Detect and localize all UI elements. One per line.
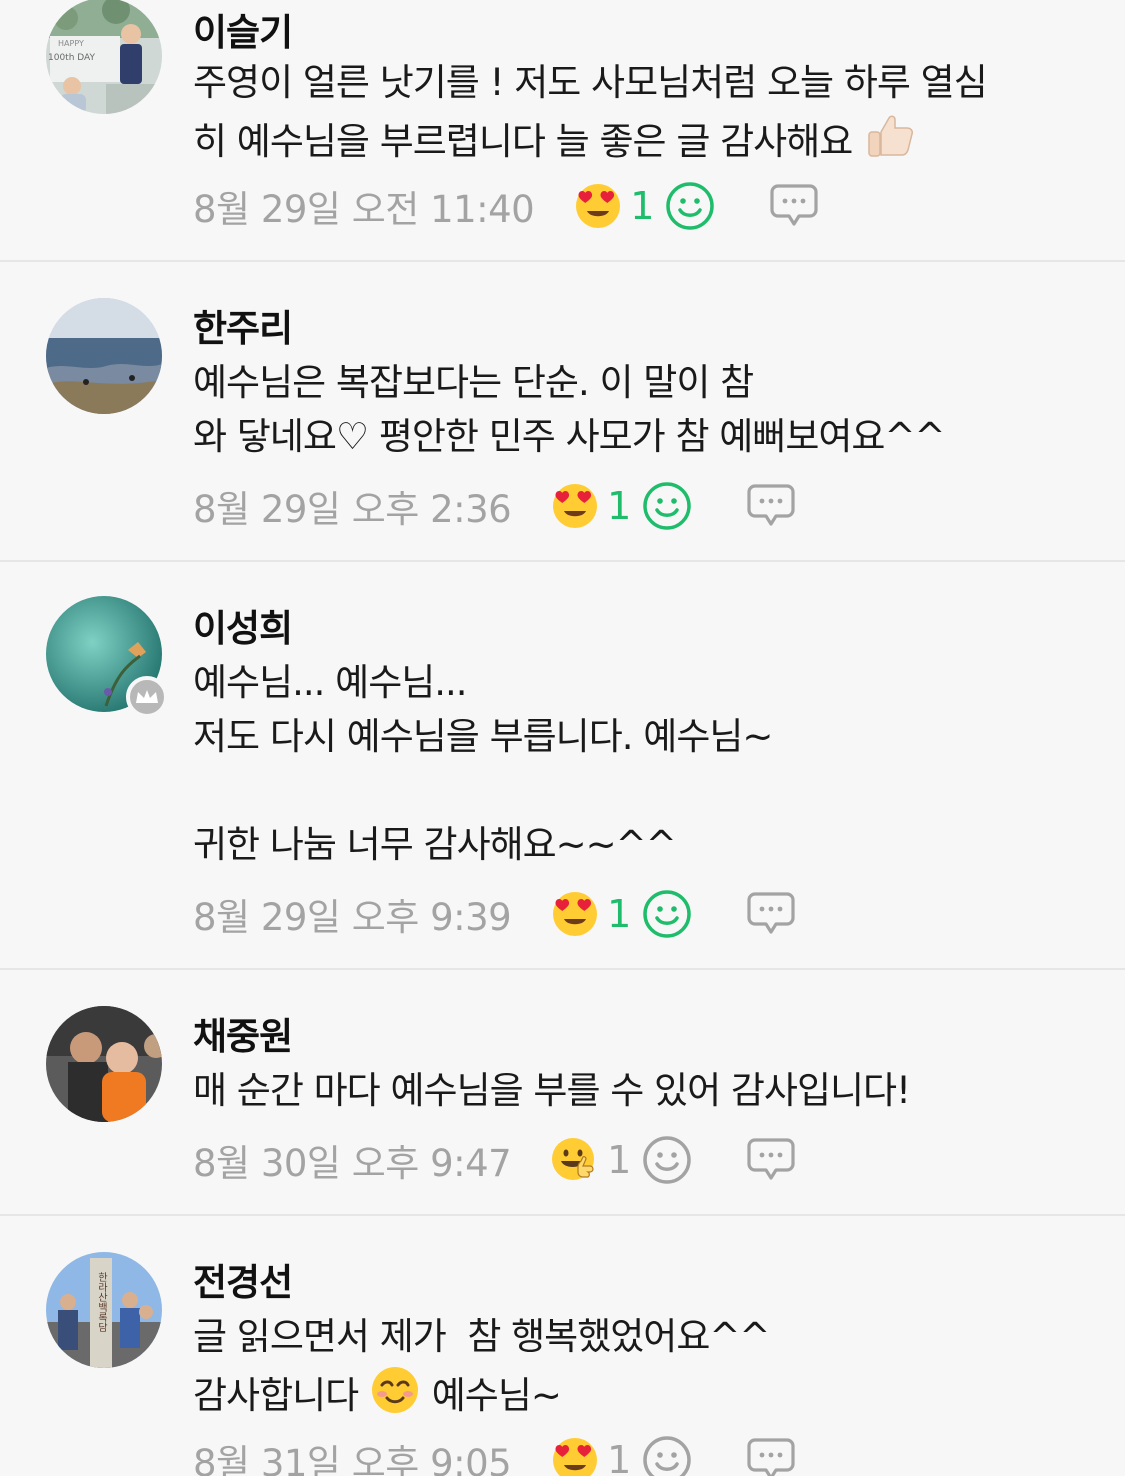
add-reaction-button[interactable]: [641, 480, 693, 532]
reaction-summary[interactable]: 1: [551, 890, 641, 938]
smile-icon: [641, 480, 693, 532]
comment-body: 주영이 얼른 낫기를 ! 저도 사모님처럼 오늘 하루 열심 히 예수님을 부르…: [193, 56, 1093, 169]
add-reaction-button[interactable]: [641, 1134, 693, 1186]
speech-bubble-icon: [745, 888, 797, 940]
add-reaction-button[interactable]: [641, 1434, 693, 1476]
timestamp: 8월 29일 오후 9:39: [193, 896, 512, 939]
reply-button[interactable]: [768, 180, 820, 232]
timestamp: 8월 29일 오후 2:36: [193, 488, 512, 531]
crown-badge: [126, 676, 168, 718]
comment-meta: 8월 29일 오전 11:40 1: [193, 180, 820, 232]
smile-icon: [641, 1434, 693, 1476]
reply-button[interactable]: [745, 480, 797, 532]
avatar[interactable]: 한라산백록담: [46, 1252, 162, 1368]
reply-button[interactable]: [745, 1134, 797, 1186]
speech-bubble-icon: [768, 180, 820, 232]
smile-icon: [664, 180, 716, 232]
timestamp: 8월 31일 오후 9:05: [193, 1442, 512, 1476]
grin-thumbs-up-icon: [551, 1136, 599, 1184]
crown-icon: [136, 690, 158, 703]
reaction-count: 1: [607, 1138, 632, 1182]
reaction-summary[interactable]: 1: [551, 1136, 641, 1184]
comment-item: 한주리 예수님은 복잡보다는 단순. 이 말이 참 와 닿네요♡ 평안한 민주 …: [0, 262, 1125, 562]
smile-icon: [641, 888, 693, 940]
heart-eyes-icon: [574, 182, 622, 230]
comment-text: 예수님~: [431, 1374, 562, 1417]
thumbs-up-icon: [863, 110, 915, 162]
comment-body: 매 순간 마다 예수님을 부를 수 있어 감사입니다!: [193, 1069, 911, 1112]
add-reaction-button[interactable]: [664, 180, 716, 232]
heart-eyes-icon: [551, 890, 599, 938]
avatar[interactable]: [46, 1006, 162, 1122]
avatar[interactable]: [46, 298, 162, 414]
comment-item: 한라산백록담 전경선 글 읽으면서 제가 참 행복했었어요^^ 감사합니다 예수…: [0, 1216, 1125, 1476]
reply-button[interactable]: [745, 888, 797, 940]
comment-meta: 8월 29일 오후 9:39 1: [193, 888, 797, 940]
comment-text: 감사합니다: [193, 1374, 359, 1417]
smile-icon: [641, 1134, 693, 1186]
reply-button[interactable]: [745, 1434, 797, 1476]
reaction-summary[interactable]: 1: [551, 1436, 641, 1476]
reaction-count: 1: [607, 1438, 632, 1476]
speech-bubble-icon: [745, 1434, 797, 1476]
comment-meta: 8월 31일 오후 9:05 1: [193, 1434, 797, 1476]
comment-item: HAPPY 100th DAY 이슬기 주영이 얼른 낫기를 ! 저도 사모님처…: [0, 0, 1125, 262]
reaction-count: 1: [607, 484, 632, 528]
speech-bubble-icon: [745, 1134, 797, 1186]
comment-body: 예수님은 복잡보다는 단순. 이 말이 참 와 닿네요♡ 평안한 민주 사모가 …: [193, 361, 945, 458]
reaction-count: 1: [630, 184, 655, 228]
comment-item: 이성희 예수님... 예수님... 저도 다시 예수님을 부릅니다. 예수님~ …: [0, 562, 1125, 970]
heart-eyes-icon: [551, 1436, 599, 1476]
comment-meta: 8월 29일 오후 2:36 1: [193, 480, 797, 532]
comment-text: 글 읽으면서 제가 참 행복했었어요^^: [193, 1315, 770, 1358]
timestamp: 8월 29일 오전 11:40: [193, 188, 535, 231]
comment-meta: 8월 30일 오후 9:47 1: [193, 1134, 797, 1186]
reaction-count: 1: [607, 892, 632, 936]
heart-eyes-icon: [551, 482, 599, 530]
comment-author[interactable]: 한주리: [193, 298, 293, 352]
avatar[interactable]: HAPPY 100th DAY: [46, 0, 162, 114]
blushing-smile-icon: [369, 1364, 421, 1416]
comment-item: 채중원 매 순간 마다 예수님을 부를 수 있어 감사입니다! 8월 30일 오…: [0, 970, 1125, 1216]
comment-author[interactable]: 전경선: [193, 1252, 293, 1306]
add-reaction-button[interactable]: [641, 888, 693, 940]
avatar-caption: 한라산백록담: [96, 1272, 108, 1332]
avatar-caption: 100th DAY: [48, 53, 96, 63]
comment-author[interactable]: 채중원: [193, 1006, 293, 1060]
comment-body: 글 읽으면서 제가 참 행복했었어요^^ 감사합니다 예수님~: [193, 1310, 1093, 1423]
avatar-caption: HAPPY: [58, 39, 84, 48]
timestamp: 8월 30일 오후 9:47: [193, 1142, 512, 1185]
speech-bubble-icon: [745, 480, 797, 532]
reaction-summary[interactable]: 1: [551, 482, 641, 530]
comment-body: 예수님... 예수님... 저도 다시 예수님을 부릅니다. 예수님~ 귀한 나…: [193, 661, 773, 866]
comment-author[interactable]: 이슬기: [193, 2, 293, 56]
reaction-summary[interactable]: 1: [574, 182, 664, 230]
comment-author[interactable]: 이성희: [193, 598, 293, 652]
comment-list: HAPPY 100th DAY 이슬기 주영이 얼른 낫기를 ! 저도 사모님처…: [0, 0, 1125, 1476]
